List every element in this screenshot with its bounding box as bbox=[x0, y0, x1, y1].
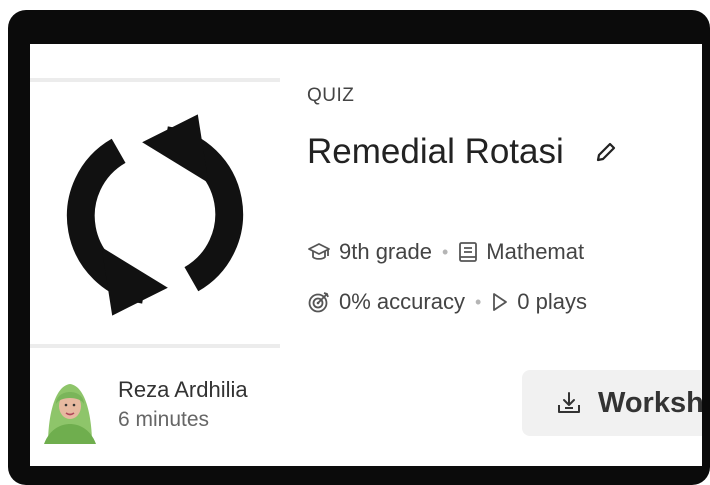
download-tray-icon bbox=[558, 392, 580, 413]
quiz-title: Remedial Rotasi bbox=[307, 132, 564, 171]
accuracy-text: 0% accuracy bbox=[339, 289, 465, 314]
plays-info: 0 plays bbox=[491, 289, 587, 315]
rotate-arrows-icon bbox=[66, 114, 244, 316]
grade-info: 9th grade bbox=[307, 239, 432, 265]
graduation-cap-icon bbox=[308, 243, 330, 260]
book-icon bbox=[459, 242, 478, 262]
separator-dot: • bbox=[474, 291, 482, 312]
title-row: Remedial Rotasi bbox=[307, 132, 620, 172]
quiz-card: QUIZ Remedial Rotasi 9th grade • Mathema… bbox=[30, 44, 702, 466]
author-text: Reza Ardhilia 6 minutes bbox=[118, 375, 248, 435]
plays-text: 0 plays bbox=[517, 289, 587, 314]
author-name: Reza Ardhilia bbox=[118, 377, 248, 402]
modal-frame: QUIZ Remedial Rotasi 9th grade • Mathema… bbox=[8, 10, 710, 485]
worksheet-label: Worksh bbox=[598, 386, 702, 419]
target-icon bbox=[308, 292, 329, 313]
author-time: 6 minutes bbox=[118, 408, 210, 431]
separator-dot: • bbox=[441, 241, 449, 262]
quiz-type-label: QUIZ bbox=[307, 85, 355, 106]
meta-row-grade-subject: 9th grade • Mathemat bbox=[307, 239, 584, 265]
subject-info: Mathemat bbox=[458, 239, 584, 265]
pencil-icon[interactable] bbox=[594, 139, 620, 165]
grade-text: 9th grade bbox=[339, 239, 432, 264]
quiz-thumbnail[interactable] bbox=[30, 78, 280, 348]
subject-text: Mathemat bbox=[486, 239, 585, 264]
meta-row-stats: 0% accuracy • 0 plays bbox=[307, 289, 587, 315]
accuracy-info: 0% accuracy bbox=[307, 289, 465, 315]
avatar bbox=[40, 366, 100, 444]
play-icon bbox=[493, 293, 508, 311]
worksheet-button[interactable]: Worksh bbox=[522, 370, 702, 436]
author-info[interactable]: Reza Ardhilia 6 minutes bbox=[40, 366, 248, 444]
